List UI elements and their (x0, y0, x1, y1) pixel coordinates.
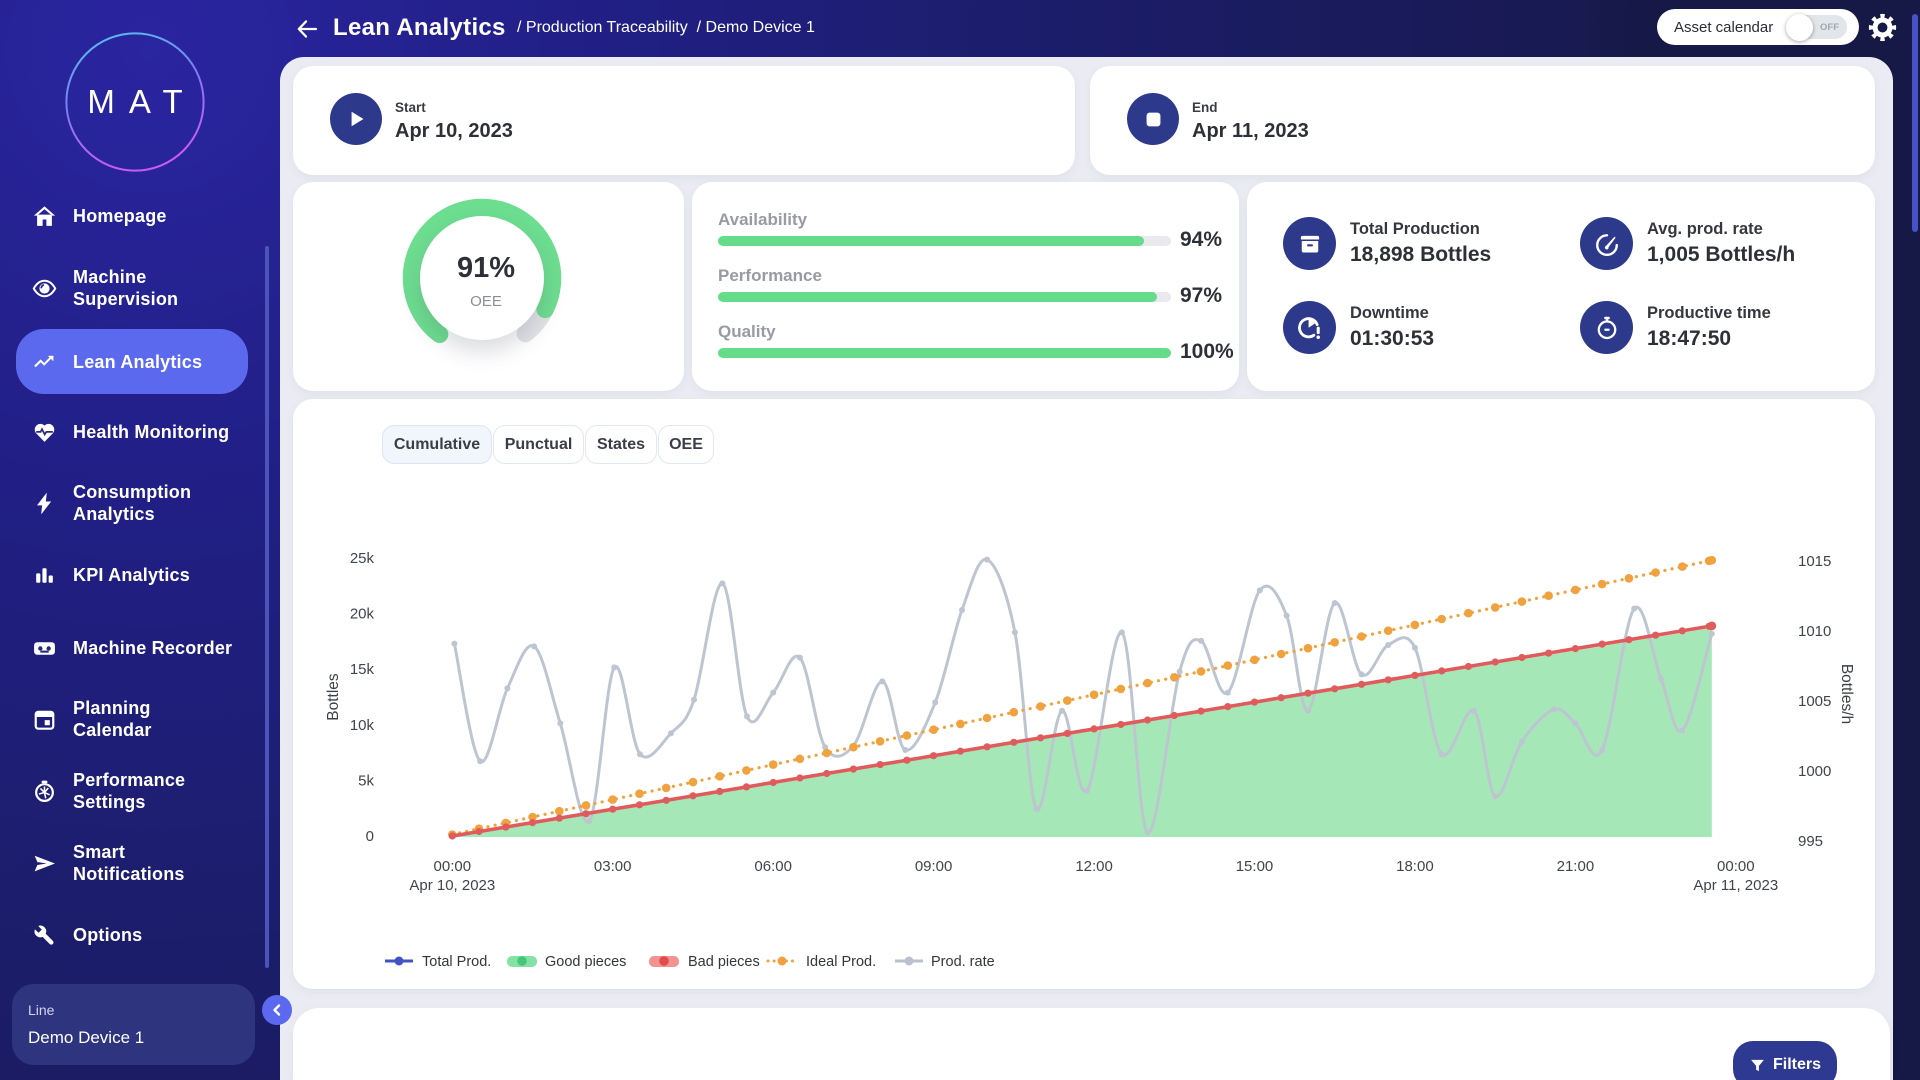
svg-text:Bottles/h: Bottles/h (1838, 664, 1855, 724)
svg-text:1010: 1010 (1798, 623, 1831, 640)
svg-text:12:00: 12:00 (1075, 858, 1113, 875)
svg-text:03:00: 03:00 (594, 858, 632, 875)
svg-text:09:00: 09:00 (915, 858, 953, 875)
svg-text:25k: 25k (350, 550, 375, 567)
svg-text:Apr 10, 2023: Apr 10, 2023 (409, 877, 495, 894)
svg-text:10k: 10k (350, 717, 375, 734)
svg-text:0: 0 (366, 828, 374, 845)
svg-text:995: 995 (1798, 833, 1823, 850)
svg-text:Bad pieces: Bad pieces (688, 954, 760, 970)
svg-text:Ideal Prod.: Ideal Prod. (806, 954, 876, 970)
svg-text:Good pieces: Good pieces (545, 954, 626, 970)
svg-text:15:00: 15:00 (1236, 858, 1274, 875)
svg-text:1005: 1005 (1798, 693, 1831, 710)
svg-text:06:00: 06:00 (754, 858, 792, 875)
svg-text:20k: 20k (350, 606, 375, 623)
svg-text:21:00: 21:00 (1557, 858, 1595, 875)
svg-text:1000: 1000 (1798, 763, 1831, 780)
svg-text:00:00: 00:00 (434, 858, 472, 875)
svg-text:00:00: 00:00 (1717, 858, 1755, 875)
svg-text:5k: 5k (358, 772, 374, 789)
svg-text:Total Prod.: Total Prod. (422, 954, 491, 970)
svg-text:18:00: 18:00 (1396, 858, 1434, 875)
svg-text:1015: 1015 (1798, 553, 1831, 570)
svg-text:Bottles: Bottles (325, 673, 342, 721)
svg-text:15k: 15k (350, 661, 375, 678)
svg-text:Apr 11, 2023: Apr 11, 2023 (1693, 877, 1778, 894)
svg-text:Prod. rate: Prod. rate (931, 954, 995, 970)
